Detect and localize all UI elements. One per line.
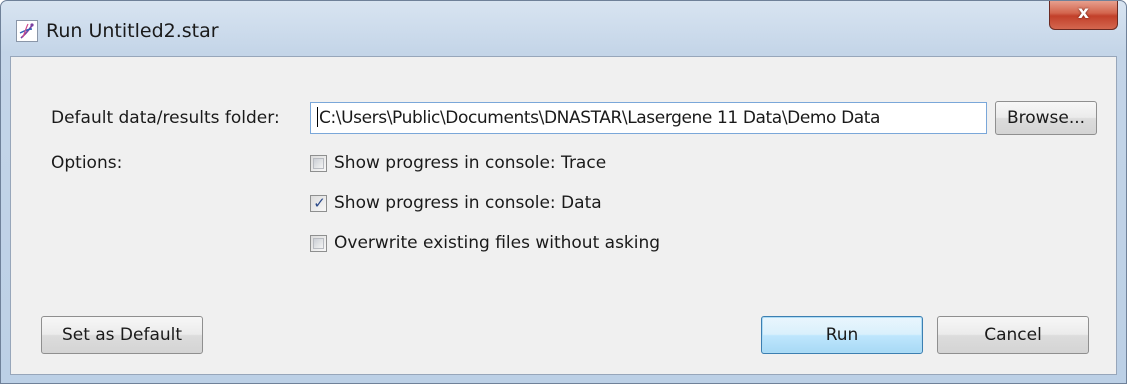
- option-trace[interactable]: Show progress in console: Trace: [310, 151, 606, 175]
- option-overwrite-label: Overwrite existing files without asking: [334, 233, 661, 253]
- run-button-label: Run: [825, 325, 859, 345]
- close-icon: x: [1078, 3, 1089, 23]
- folder-path-value: C:\Users\Public\Documents\DNASTAR\Laserg…: [319, 108, 881, 128]
- title-bar[interactable]: Run Untitled2.star x: [1, 1, 1126, 55]
- run-dialog-window: Run Untitled2.star x Default data/result…: [0, 0, 1127, 384]
- cancel-button-label: Cancel: [984, 325, 1042, 345]
- option-data[interactable]: ✓ Show progress in console: Data: [310, 191, 602, 215]
- set-as-default-label: Set as Default: [61, 325, 183, 345]
- set-as-default-button[interactable]: Set as Default: [41, 316, 203, 354]
- browse-button-label: Browse...: [1006, 108, 1086, 128]
- dna-helix-icon: [16, 20, 38, 42]
- close-button[interactable]: x: [1049, 1, 1118, 30]
- browse-button[interactable]: Browse...: [995, 101, 1097, 135]
- cancel-button[interactable]: Cancel: [937, 316, 1089, 354]
- option-data-label: Show progress in console: Data: [334, 193, 602, 213]
- run-button[interactable]: Run: [761, 316, 923, 354]
- text-caret: [317, 107, 318, 127]
- overwrite-checkbox[interactable]: [310, 234, 327, 252]
- folder-path-input[interactable]: C:\Users\Public\Documents\DNASTAR\Laserg…: [310, 102, 987, 134]
- options-label: Options:: [51, 153, 123, 173]
- dialog-body: Default data/results folder: C:\Users\Pu…: [10, 56, 1117, 375]
- window-title: Run Untitled2.star: [46, 20, 219, 42]
- checkbox-inner: [313, 237, 324, 249]
- option-overwrite[interactable]: Overwrite existing files without asking: [310, 231, 660, 255]
- checkmark-icon: ✓: [313, 193, 326, 212]
- trace-checkbox[interactable]: [310, 154, 327, 172]
- checkbox-inner: [313, 157, 324, 169]
- folder-label: Default data/results folder:: [51, 108, 280, 128]
- option-trace-label: Show progress in console: Trace: [334, 153, 607, 173]
- data-checkbox[interactable]: ✓: [310, 193, 327, 212]
